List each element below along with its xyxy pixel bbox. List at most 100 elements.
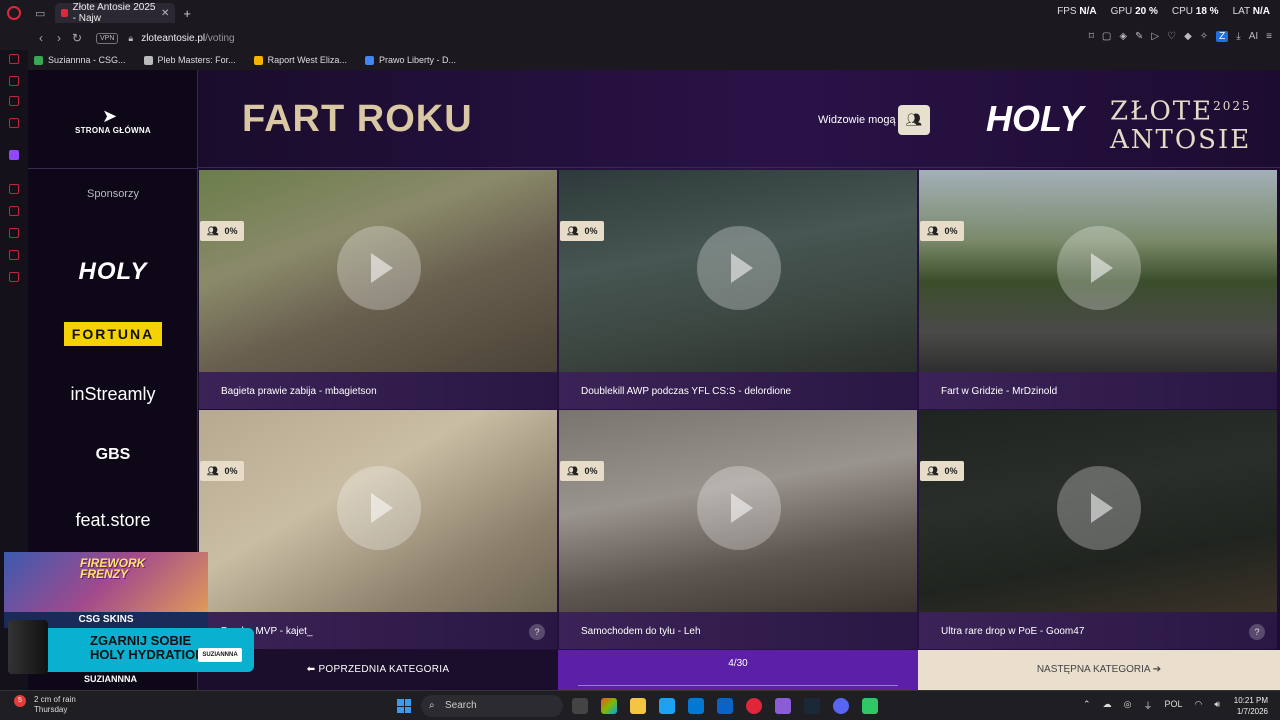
sidebar-speed-dial-icon[interactable] <box>9 54 19 64</box>
bookmarks-bar: Suziannna - CSG... Pleb Masters: For... … <box>28 50 1280 70</box>
bookmark-icon[interactable]: ⌑ <box>1089 31 1094 42</box>
browser-tab-active[interactable]: Złote Antosie 2025 - Najw ✕ <box>55 2 176 24</box>
help-icon[interactable]: ? <box>529 624 545 640</box>
bookmark-item[interactable]: Pleb Masters: For... <box>143 55 236 65</box>
divider <box>28 168 198 169</box>
copilot-icon[interactable] <box>601 698 617 714</box>
bookmark-item[interactable]: Raport West Eliza... <box>253 55 347 65</box>
opera-gx-icon[interactable] <box>746 698 762 714</box>
sidebar-player-icon[interactable] <box>9 184 19 194</box>
edge-icon[interactable] <box>659 698 675 714</box>
store-icon[interactable] <box>688 698 704 714</box>
sidebar-music-icon[interactable] <box>9 250 19 260</box>
sidebar-tasks-icon[interactable] <box>9 118 19 128</box>
outlook-icon[interactable] <box>717 698 733 714</box>
tray-app-icon[interactable]: ◎ <box>1124 699 1132 712</box>
stat-gpu: GPU 20 % <box>1110 6 1158 17</box>
weather-widget[interactable]: 5 2 cm of rain Thursday <box>14 695 76 715</box>
stat-lat: LAT N/A <box>1232 6 1270 17</box>
onedrive-icon[interactable]: ☁︎ <box>1103 699 1112 712</box>
task-view-icon[interactable] <box>572 698 588 714</box>
wifi-icon[interactable]: ◠ <box>1194 699 1202 712</box>
home-link[interactable]: STRONA GŁÓWNA <box>28 126 198 135</box>
nominee-card[interactable]: 👥︎ 0% Ultra rare drop w PoE - Goom47 ? <box>919 410 1277 649</box>
sponsor-fortuna-logo[interactable]: FORTUNA <box>64 322 162 346</box>
play-icon[interactable] <box>697 466 781 550</box>
tab-favicon-icon <box>61 9 68 17</box>
next-category-button[interactable]: NASTĘPNA KATEGORIA ➔ <box>918 650 1280 690</box>
tab-close-icon[interactable]: ✕ <box>161 8 169 19</box>
nominee-card[interactable]: 👥︎ 0% Bagieta prawie zabija - mbagietson <box>199 170 557 409</box>
sidebar-settings-icon[interactable] <box>9 272 19 282</box>
sponsor-holy-logo[interactable]: HOLY <box>28 258 198 286</box>
nominee-caption: Samochodem do tyłu - Leh <box>559 612 917 649</box>
bookmark-item[interactable]: Prawo Liberty - D... <box>364 55 456 65</box>
nominee-caption: Doublekill AWP podczas YFL CS:S - delord… <box>559 372 917 409</box>
play-icon[interactable] <box>337 226 421 310</box>
gx-stats: FPS N/A GPU 20 % CPU 18 % LAT N/A <box>1057 6 1270 17</box>
new-tab-icon[interactable]: + <box>183 6 191 21</box>
app-icon[interactable] <box>775 698 791 714</box>
play-icon[interactable] <box>1057 466 1141 550</box>
toolbar-icons: ⌑ ▢ ◈ ✎ ▷ ♡ ◆ ✧ Z ⤓ AI ≡ <box>1089 31 1272 42</box>
windows-start-icon[interactable] <box>397 699 411 713</box>
ai-button[interactable]: AI <box>1249 31 1258 42</box>
translate-icon[interactable]: ✎ <box>1135 31 1143 42</box>
taskbar-search[interactable]: ⌕ Search <box>421 695 563 717</box>
snapshot-icon[interactable]: ▢ <box>1102 31 1111 42</box>
play-icon[interactable] <box>337 466 421 550</box>
tab-islands-icon[interactable]: ▭ <box>35 7 45 20</box>
vpn-badge[interactable]: VPN <box>96 32 119 44</box>
reload-icon[interactable]: ↻ <box>68 31 86 45</box>
app-green-icon[interactable] <box>862 698 878 714</box>
ad-title: FIREWORK FRENZY <box>80 556 146 581</box>
opera-logo-icon[interactable] <box>7 6 21 20</box>
ad-signature: SUZIANNNA <box>198 648 242 662</box>
pager-track[interactable] <box>578 685 898 686</box>
sidebar-bag-icon[interactable] <box>9 76 19 86</box>
extension-icon[interactable]: ◆ <box>1184 31 1192 42</box>
sponsor-instreamly-logo[interactable]: inStreamly <box>28 384 198 405</box>
url-field[interactable]: zloteantosie.pl/voting <box>141 33 234 44</box>
puzzle-icon[interactable]: ✧ <box>1200 31 1208 42</box>
help-icon[interactable]: ? <box>1249 624 1265 640</box>
steam-icon[interactable] <box>804 698 820 714</box>
video-thumbnail[interactable]: 👥︎ 0% <box>919 170 1277 372</box>
home-arrow-icon[interactable]: ➤ <box>102 106 117 127</box>
lock-icon[interactable]: 🔒︎ <box>128 33 133 44</box>
file-explorer-icon[interactable] <box>630 698 646 714</box>
page-header: FART ROKU Widzowie mogą 👥︎ HOLY ZŁOTE202… <box>198 70 1280 168</box>
tray-chevron-icon[interactable]: ⌃ <box>1083 699 1091 712</box>
sidebar-history-icon[interactable] <box>9 228 19 238</box>
sponsor-featstore-logo[interactable]: feat.store <box>28 510 198 531</box>
play-icon[interactable] <box>697 226 781 310</box>
heart-icon[interactable]: ♡ <box>1167 31 1176 42</box>
shield-icon[interactable]: ◈ <box>1119 31 1127 42</box>
sponsor-gbs-logo[interactable]: GBS <box>28 446 198 464</box>
search-icon: ⌕ <box>429 700 435 711</box>
discord-icon[interactable] <box>833 698 849 714</box>
nominee-card[interactable]: 👥︎ 0% Fart w Gridzie - MrDzinold <box>919 170 1277 409</box>
player-icon[interactable]: ▷ <box>1151 31 1159 42</box>
sidebar-twitch-icon[interactable] <box>9 150 19 160</box>
language-indicator[interactable]: POL <box>1164 699 1182 712</box>
viewers-users-icon[interactable]: 👥︎ <box>898 105 930 135</box>
bookmark-item[interactable]: Suziannna - CSG... <box>34 55 126 65</box>
video-thumbnail[interactable]: 👥︎ 0% <box>559 170 917 372</box>
menu-icon[interactable]: ≡ <box>1266 31 1272 42</box>
back-icon[interactable]: ‹ <box>32 31 50 45</box>
nominee-card[interactable]: 👥︎ 0% Samochodem do tyłu - Leh <box>559 410 917 649</box>
video-thumbnail[interactable]: 👥︎ 0% <box>919 410 1277 612</box>
play-icon[interactable] <box>1057 226 1141 310</box>
usb-icon[interactable]: ⏚ <box>1143 699 1152 712</box>
nominee-card[interactable]: 👥︎ 0% Doublekill AWP podczas YFL CS:S - d… <box>559 170 917 409</box>
zen-icon[interactable]: Z <box>1216 31 1229 42</box>
video-thumbnail[interactable]: 👥︎ 0% <box>559 410 917 612</box>
volume-icon[interactable]: 🔊︎ <box>1214 699 1220 712</box>
clock[interactable]: 10:21 PM 1/7/2026 <box>1234 695 1268 717</box>
video-thumbnail[interactable]: 👥︎ 0% <box>199 170 557 372</box>
sidebar-play-icon[interactable] <box>9 206 19 216</box>
sidebar-messenger-icon[interactable] <box>9 96 19 106</box>
forward-icon[interactable]: › <box>50 31 68 45</box>
download-icon[interactable]: ⤓ <box>1236 31 1240 42</box>
